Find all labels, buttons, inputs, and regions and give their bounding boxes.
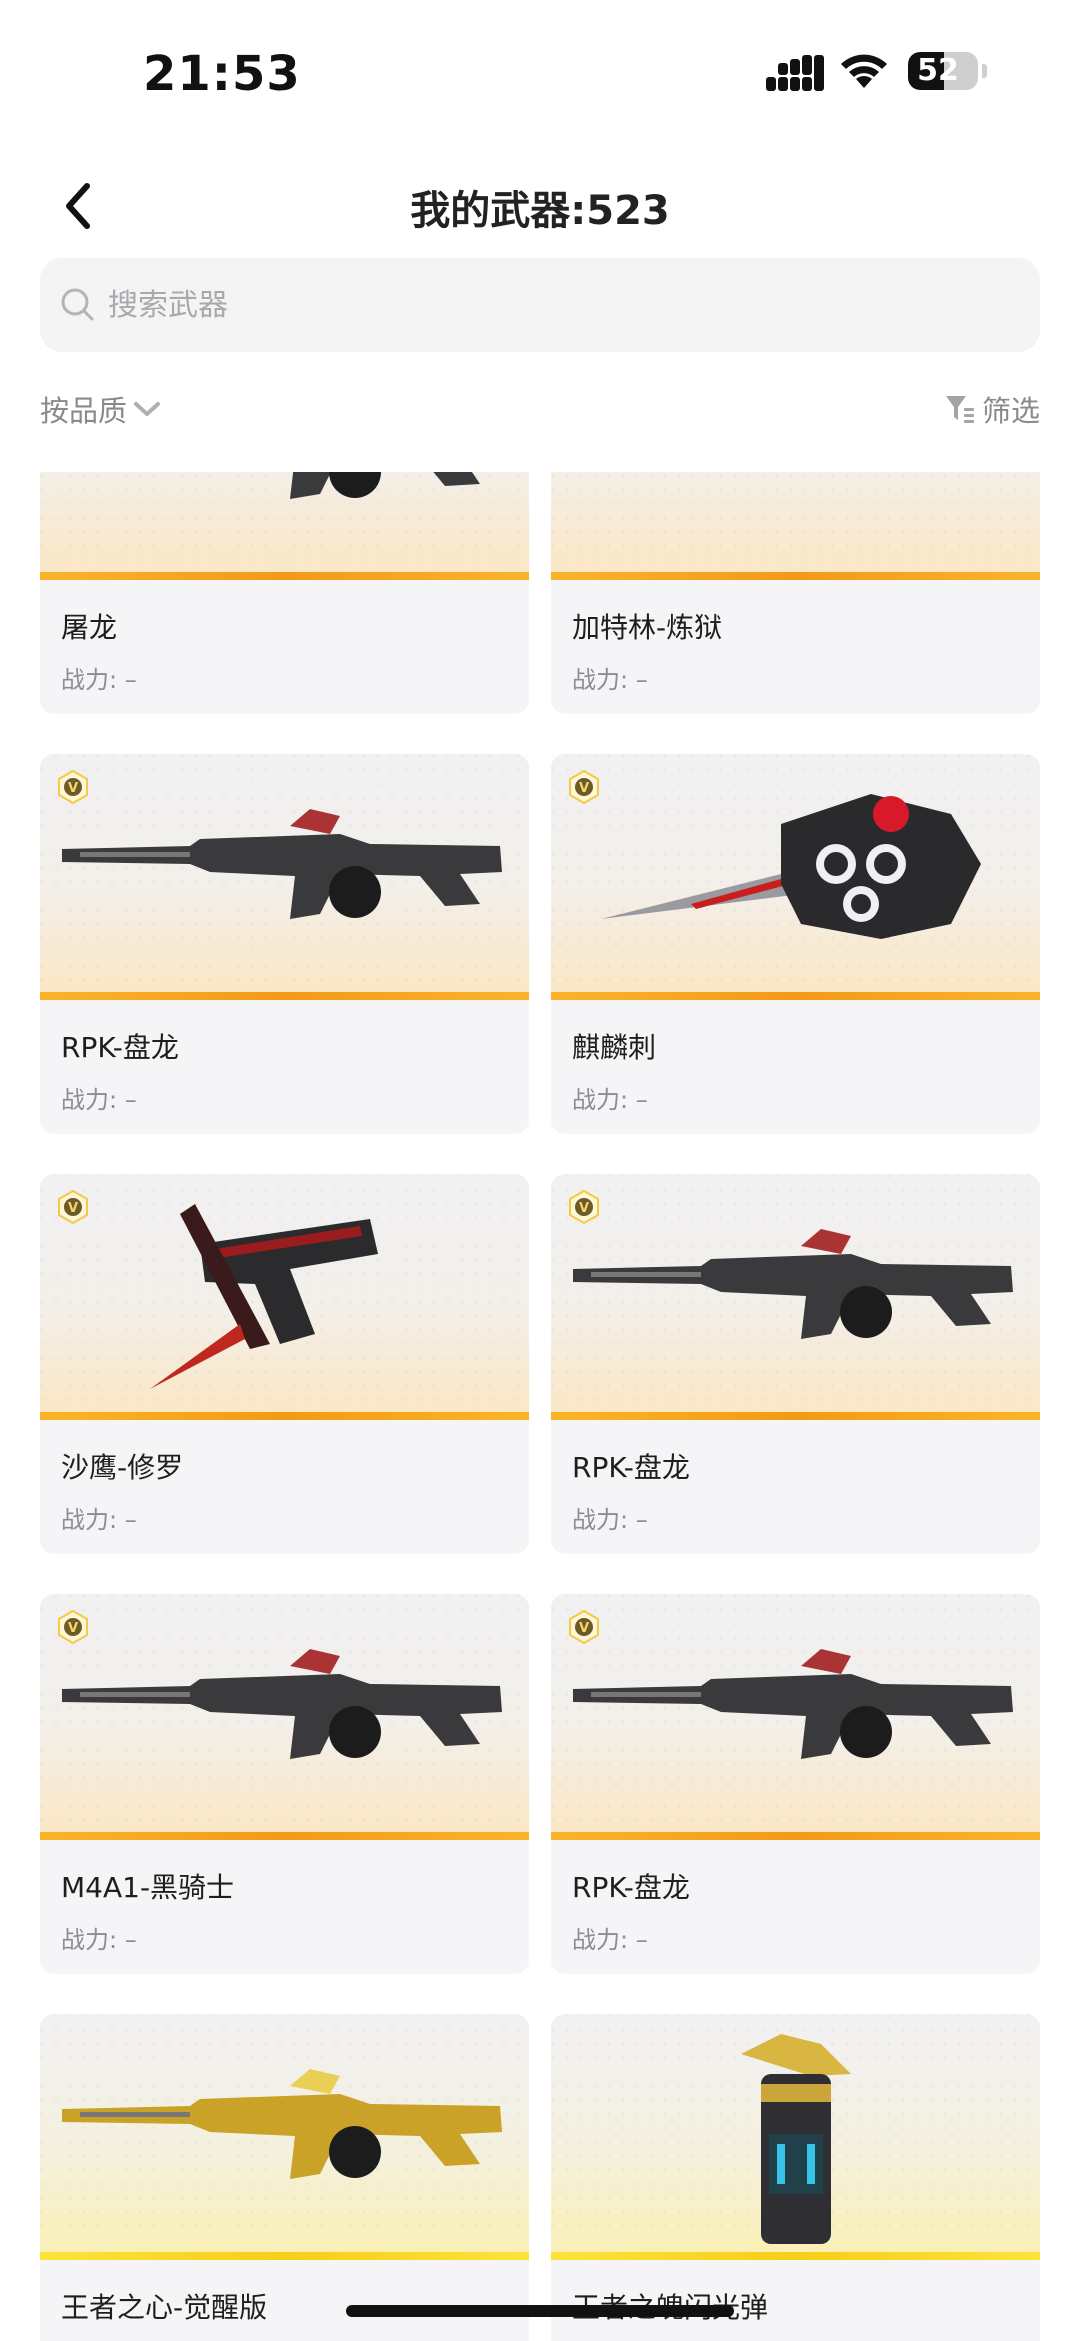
battery-cap	[982, 64, 987, 78]
weapon-image	[551, 2014, 1040, 2256]
weapon-name: RPK-盘龙	[61, 1031, 179, 1064]
weapon-image: V	[40, 1174, 529, 1416]
weapon-power: 战力: –	[61, 1506, 137, 1534]
weapon-power: 战力: –	[572, 1086, 648, 1114]
svg-text:V: V	[68, 1201, 78, 1216]
weapon-name: 麒麟刺	[572, 1031, 657, 1064]
weapon-name: RPK-盘龙	[572, 1451, 690, 1484]
svg-text:V: V	[579, 1621, 589, 1636]
quality-bar	[40, 1832, 529, 1840]
weapon-card[interactable]: V M4A1-黑骑士战力: –	[40, 1594, 529, 1974]
vip-badge-icon: V	[58, 1190, 88, 1224]
weapon-card[interactable]: 王者之魄闪光弹战力: –	[551, 2014, 1040, 2341]
page-title: 我的武器:523	[410, 188, 670, 234]
battery-percent: 52	[917, 53, 959, 88]
filter-button[interactable]: 筛选	[944, 388, 1040, 430]
quality-bar	[551, 992, 1040, 1000]
quality-bar	[551, 2252, 1040, 2260]
status-bar: 21:53 52	[0, 0, 1080, 140]
weapon-image	[551, 472, 1040, 576]
clock: 21:53	[143, 46, 301, 102]
sort-label: 按品质	[40, 394, 128, 428]
wifi-icon	[841, 54, 887, 88]
svg-text:V: V	[579, 781, 589, 796]
filter-row: 按品质 筛选	[40, 388, 1040, 438]
weapon-image: V	[551, 1174, 1040, 1416]
battery-icon: 52	[908, 52, 978, 90]
weapon-name: M4A1-黑骑士	[61, 1871, 235, 1904]
svg-text:V: V	[579, 1201, 589, 1216]
sort-dropdown[interactable]: 按品质	[40, 388, 161, 430]
weapon-card[interactable]: 王者之心-觉醒版战力: –	[40, 2014, 529, 2341]
quality-bar	[551, 1412, 1040, 1420]
weapon-card[interactable]: V RPK-盘龙战力: –	[40, 754, 529, 1134]
weapon-image	[40, 2014, 529, 2256]
weapon-card[interactable]: 屠龙战力: –	[40, 472, 529, 714]
vip-badge-icon: V	[569, 1610, 599, 1644]
quality-bar	[40, 572, 529, 580]
quality-bar	[40, 992, 529, 1000]
filter-label: 筛选	[981, 394, 1040, 428]
vip-badge-icon: V	[569, 1190, 599, 1224]
weapon-list[interactable]: 屠龙 战力: – 加特林-炼狱 战力: – V RPK-盘龙 战力: – V 麒麟刺 战力: – V…	[0, 472, 1080, 2341]
weapon-name: 王者之心-觉醒版	[61, 2291, 268, 2324]
weapon-power: 战力: –	[61, 666, 137, 694]
weapon-power: 战力: –	[572, 1506, 648, 1534]
weapon-card[interactable]: V RPK-盘龙战力: –	[551, 1594, 1040, 1974]
weapon-name: RPK-盘龙	[572, 1871, 690, 1904]
weapon-power: 战力: –	[61, 1926, 137, 1954]
weapon-image: V	[40, 754, 529, 996]
vip-badge-icon: V	[569, 770, 599, 804]
weapon-name: 加特林-炼狱	[572, 611, 723, 644]
search-bar[interactable]	[40, 258, 1040, 352]
weapon-power: 战力: –	[572, 1926, 648, 1954]
quality-bar	[551, 1832, 1040, 1840]
cellular-signal-icon	[766, 55, 824, 91]
weapon-name: 沙鹰-修罗	[61, 1451, 184, 1484]
search-input[interactable]	[106, 286, 1006, 324]
weapon-card[interactable]: V 沙鹰-修罗战力: –	[40, 1174, 529, 1554]
weapon-name: 屠龙	[61, 611, 118, 644]
weapon-card[interactable]: 加特林-炼狱战力: –	[551, 472, 1040, 714]
home-indicator[interactable]	[346, 2305, 734, 2317]
weapon-card[interactable]: V 麒麟刺战力: –	[551, 754, 1040, 1134]
svg-text:V: V	[68, 1621, 78, 1636]
weapon-card[interactable]: V RPK-盘龙战力: –	[551, 1174, 1040, 1554]
search-icon	[61, 288, 94, 321]
quality-bar	[40, 2252, 529, 2260]
weapon-image: V	[551, 754, 1040, 996]
filter-icon	[945, 396, 974, 423]
vip-badge-icon: V	[58, 1610, 88, 1644]
quality-bar	[40, 1412, 529, 1420]
quality-bar	[551, 572, 1040, 580]
svg-text:V: V	[68, 781, 78, 796]
chevron-down-icon	[134, 402, 161, 416]
weapon-image	[40, 472, 529, 576]
header: 我的武器:523	[0, 160, 1080, 250]
weapon-image: V	[40, 1594, 529, 1836]
vip-badge-icon: V	[58, 770, 88, 804]
weapon-power: 战力: –	[61, 1086, 137, 1114]
weapon-image: V	[551, 1594, 1040, 1836]
weapon-power: 战力: –	[572, 666, 648, 694]
